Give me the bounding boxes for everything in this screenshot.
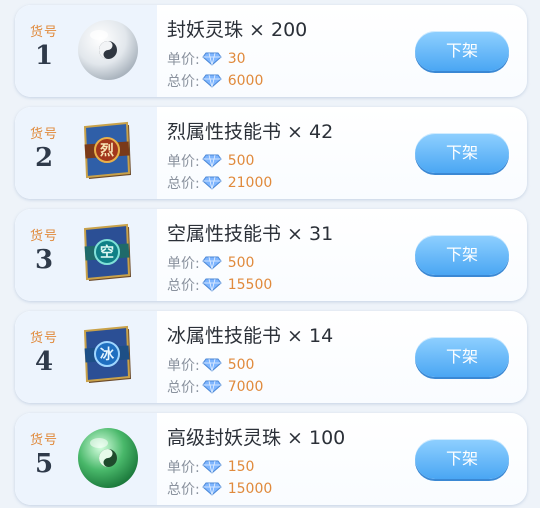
unit-price-label: 单价: [167, 154, 200, 170]
slot-number: 3 [34, 245, 54, 275]
total-price-value: 15500 [227, 277, 273, 293]
unit-price-row: 单价: 500 [167, 151, 254, 171]
fire-skill-book-icon: 烈 [83, 121, 131, 179]
item-name: 冰属性技能书 × 14 [167, 325, 334, 347]
delist-button[interactable]: 下架 [415, 337, 509, 377]
unit-price-value: 30 [227, 51, 246, 67]
delist-button[interactable]: 下架 [415, 133, 509, 173]
slot-label: 货号 [29, 331, 58, 346]
unit-price-value: 500 [227, 255, 255, 271]
listing-card: 货号 3 空 空属性技能书 × 31 单价: 500 总价: 15500 下架 [15, 209, 527, 301]
unit-price-row: 单价: 150 [167, 457, 254, 477]
total-price-label: 总价: [167, 380, 200, 396]
diamond-icon [202, 460, 222, 474]
total-price-label: 总价: [167, 278, 200, 294]
diamond-icon [202, 256, 222, 270]
total-price-row: 总价: 21000 [167, 173, 272, 193]
total-price-label: 总价: [167, 482, 200, 498]
unit-price-label: 单价: [167, 256, 200, 272]
unit-price-label: 单价: [167, 358, 200, 374]
item-name: 空属性技能书 × 31 [167, 223, 334, 245]
unit-price-row: 单价: 500 [167, 355, 254, 375]
unit-price-label: 单价: [167, 52, 200, 68]
total-price-label: 总价: [167, 74, 200, 90]
total-price-row: 总价: 6000 [167, 71, 263, 91]
listing-card: 货号 1 封妖灵珠 × 200 单价: 30 总价: 6000 下架 [15, 5, 527, 97]
item-name: 封妖灵珠 × 200 [167, 19, 308, 41]
slot-number: 5 [34, 449, 54, 479]
listing-card: 货号 5 高级封妖灵珠 × 100 单价: 150 总价: 15000 下架 [15, 413, 527, 505]
slot-label: 货号 [29, 25, 58, 40]
slot-label: 货号 [29, 229, 58, 244]
slot-number: 4 [34, 347, 54, 377]
total-price-value: 15000 [227, 481, 273, 497]
total-price-value: 21000 [227, 175, 273, 191]
listing-card: 货号 2 烈 烈属性技能书 × 42 单价: 500 总价: 21000 下架 [15, 107, 527, 199]
total-price-row: 总价: 15000 [167, 479, 272, 499]
delist-button[interactable]: 下架 [415, 235, 509, 275]
unit-price-value: 150 [227, 459, 255, 475]
item-name: 烈属性技能书 × 42 [167, 121, 334, 143]
book-glyph: 冰 [100, 346, 115, 363]
diamond-icon [202, 154, 222, 168]
taiji-orb-white-icon [78, 20, 138, 80]
item-name: 高级封妖灵珠 × 100 [167, 427, 346, 449]
unit-price-row: 单价: 500 [167, 253, 254, 273]
total-price-value: 7000 [227, 379, 264, 395]
book-glyph: 烈 [100, 143, 114, 159]
diamond-icon [202, 482, 222, 496]
diamond-icon [202, 74, 222, 88]
diamond-icon [202, 52, 222, 66]
unit-price-row: 单价: 30 [167, 49, 246, 69]
slot-label: 货号 [29, 127, 58, 142]
total-price-row: 总价: 7000 [167, 377, 263, 397]
diamond-icon [202, 278, 222, 292]
slot-number: 1 [34, 41, 54, 71]
diamond-icon [202, 380, 222, 394]
void-skill-book-icon: 空 [83, 223, 131, 281]
diamond-icon [202, 358, 222, 372]
diamond-icon [202, 176, 222, 190]
taiji-orb-green-icon [78, 428, 138, 488]
total-price-row: 总价: 15500 [167, 275, 272, 295]
total-price-value: 6000 [227, 73, 264, 89]
delist-button[interactable]: 下架 [415, 31, 509, 71]
total-price-label: 总价: [167, 176, 200, 192]
unit-price-label: 单价: [167, 460, 200, 476]
unit-price-value: 500 [227, 357, 255, 373]
ice-skill-book-icon: 冰 [83, 325, 131, 383]
slot-label: 货号 [29, 433, 58, 448]
book-glyph: 空 [100, 244, 114, 261]
delist-button[interactable]: 下架 [415, 439, 509, 479]
listing-list: 货号 1 封妖灵珠 × 200 单价: 30 总价: 6000 下架 货号 2 … [0, 0, 540, 508]
unit-price-value: 500 [227, 153, 255, 169]
listing-card: 货号 4 冰 冰属性技能书 × 14 单价: 500 总价: 7000 下架 [15, 311, 527, 403]
slot-number: 2 [34, 143, 54, 173]
